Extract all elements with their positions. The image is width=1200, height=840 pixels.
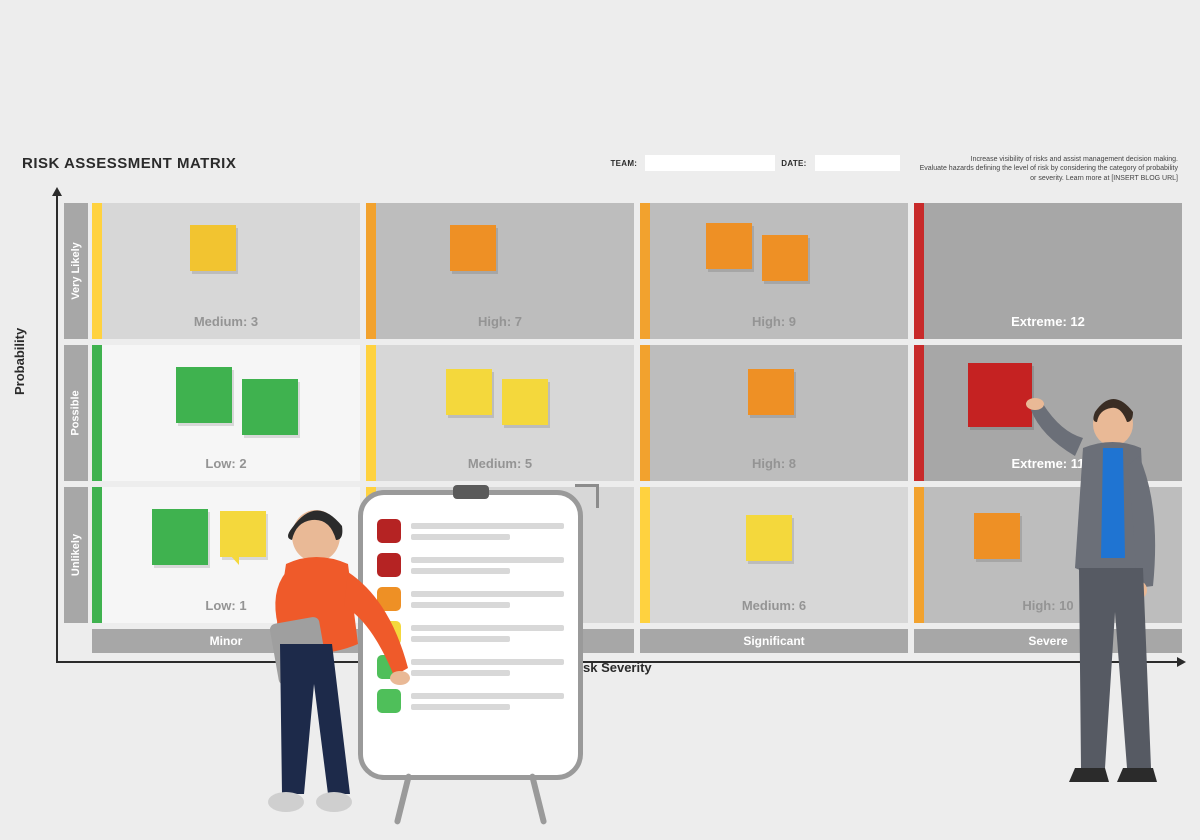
risk-stripe xyxy=(914,345,924,481)
cell-medium-3[interactable]: Medium: 3 xyxy=(92,203,360,339)
date-input[interactable] xyxy=(815,155,900,171)
risk-stripe xyxy=(366,345,376,481)
risk-stripe xyxy=(92,487,102,623)
grid-row: Medium: 3 High: 7 High: 9 Extreme: 12 xyxy=(92,203,1182,339)
cell-label: High: 8 xyxy=(752,456,796,471)
cell-label: Extreme: 12 xyxy=(1011,314,1085,329)
blurb-line: or severity. Learn more at [INSERT BLOG … xyxy=(920,174,1178,183)
description-blurb: Increase visibility of risks and assist … xyxy=(920,155,1178,183)
risk-stripe xyxy=(640,345,650,481)
cell-label: Low: 1 xyxy=(205,598,246,613)
sticky-note[interactable] xyxy=(242,379,298,435)
cell-low-2[interactable]: Low: 2 xyxy=(92,345,360,481)
cell-label: Medium: 5 xyxy=(468,456,532,471)
sticky-note[interactable] xyxy=(450,225,496,271)
sticky-note[interactable] xyxy=(152,509,208,565)
risk-stripe xyxy=(914,487,924,623)
row-label-very-likely: Very Likely xyxy=(64,203,88,339)
cell-extreme-12[interactable]: Extreme: 12 xyxy=(914,203,1182,339)
team-input[interactable] xyxy=(645,155,775,171)
risk-stripe xyxy=(914,203,924,339)
cell-label: Medium: 6 xyxy=(742,598,806,613)
cell-high-7[interactable]: High: 7 xyxy=(366,203,634,339)
sticky-note[interactable] xyxy=(746,515,792,561)
person-businessman-icon xyxy=(1005,390,1170,820)
risk-stripe xyxy=(92,203,102,339)
risk-stripe xyxy=(640,203,650,339)
row-labels: Very Likely Possible Unlikely xyxy=(64,203,88,623)
cell-medium-5[interactable]: Medium: 5 xyxy=(366,345,634,481)
field-group: TEAM: DATE: xyxy=(610,155,899,171)
person-presenter-icon xyxy=(256,502,416,832)
sticky-note[interactable] xyxy=(748,369,794,415)
cell-medium-6[interactable]: Medium: 6 xyxy=(640,487,908,623)
sticky-note[interactable] xyxy=(190,225,236,271)
sticky-note[interactable] xyxy=(762,235,808,281)
blurb-line: Increase visibility of risks and assist … xyxy=(920,155,1178,164)
col-footer-significant: Significant xyxy=(640,629,908,653)
row-label-unlikely: Unlikely xyxy=(64,487,88,623)
page-title: RISK ASSESSMENT MATRIX xyxy=(22,155,236,172)
sticky-note[interactable] xyxy=(446,369,492,415)
cell-high-8[interactable]: High: 8 xyxy=(640,345,908,481)
date-label: DATE: xyxy=(781,159,806,168)
cell-high-9[interactable]: High: 9 xyxy=(640,203,908,339)
y-axis-label: Probability xyxy=(12,328,27,395)
cell-label: High: 9 xyxy=(752,314,796,329)
header: RISK ASSESSMENT MATRIX TEAM: DATE: Incre… xyxy=(22,155,1178,183)
cell-label: High: 7 xyxy=(478,314,522,329)
cell-label: Medium: 3 xyxy=(194,314,258,329)
risk-stripe xyxy=(92,345,102,481)
sticky-note[interactable] xyxy=(706,223,752,269)
risk-stripe xyxy=(640,487,650,623)
sticky-note[interactable] xyxy=(502,379,548,425)
blurb-line: Evaluate hazards defining the level of r… xyxy=(920,164,1178,173)
risk-stripe xyxy=(366,203,376,339)
row-label-possible: Possible xyxy=(64,345,88,481)
team-label: TEAM: xyxy=(610,159,637,168)
y-axis-line xyxy=(56,195,58,663)
cell-label: Low: 2 xyxy=(205,456,246,471)
sticky-note[interactable] xyxy=(176,367,232,423)
